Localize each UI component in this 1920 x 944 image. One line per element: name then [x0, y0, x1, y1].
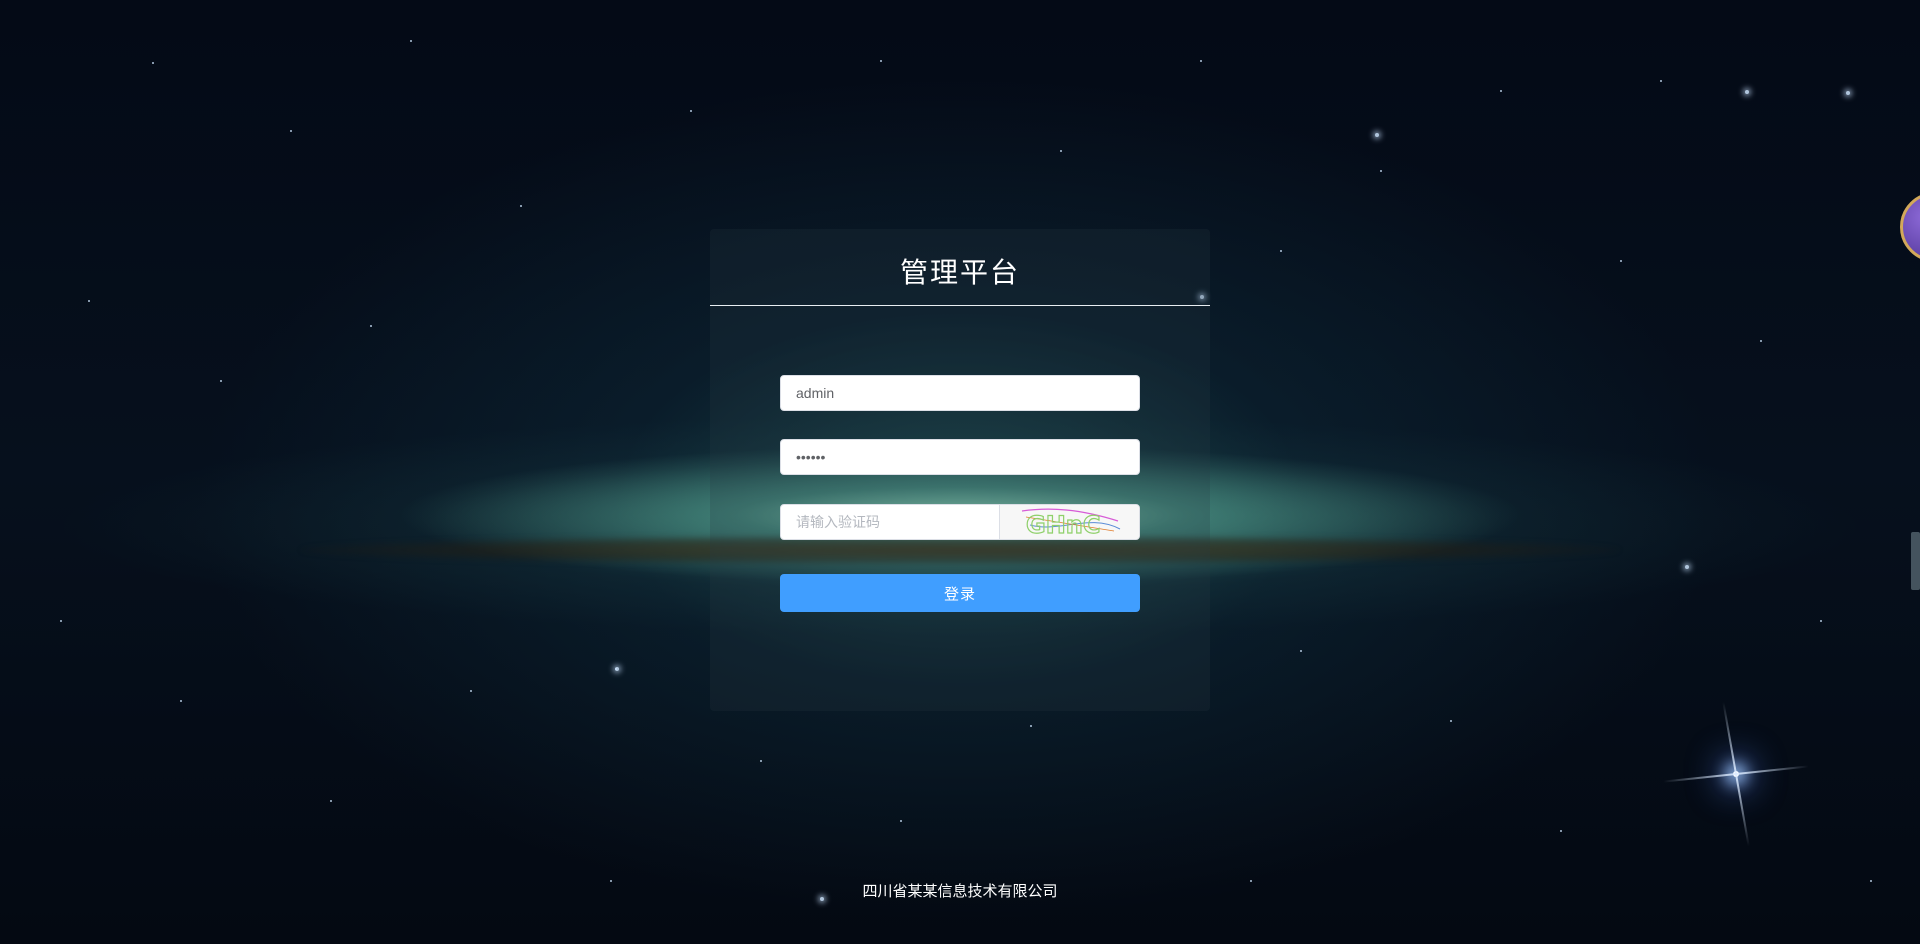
side-scroll-handle[interactable]	[1911, 532, 1920, 590]
star	[760, 760, 762, 762]
star	[152, 62, 154, 64]
star	[1375, 133, 1379, 137]
star	[1500, 90, 1502, 92]
star	[1660, 80, 1662, 82]
star	[1200, 60, 1202, 62]
star	[1760, 340, 1762, 342]
star	[220, 380, 222, 382]
captcha-row: GHnC	[780, 504, 1140, 540]
star	[1620, 260, 1622, 262]
star	[1820, 620, 1822, 622]
title-divider	[710, 305, 1210, 306]
star	[180, 700, 182, 702]
password-input[interactable]	[780, 439, 1140, 475]
star	[88, 300, 90, 302]
star	[1685, 565, 1689, 569]
page-title: 管理平台	[899, 256, 1020, 289]
captcha-text: GHnC	[1026, 511, 1100, 539]
lens-flare-star	[1733, 771, 1739, 777]
captcha-image[interactable]: GHnC	[999, 505, 1139, 539]
star	[410, 40, 412, 42]
star	[370, 325, 372, 327]
captcha-input[interactable]	[781, 505, 999, 539]
star	[1450, 720, 1452, 722]
star	[330, 800, 332, 802]
star	[470, 690, 472, 692]
footer-company: 四川省某某信息技术有限公司	[862, 882, 1058, 900]
captcha-graphic: GHnC	[1021, 508, 1121, 539]
star	[1280, 250, 1282, 252]
star	[1745, 90, 1749, 94]
star	[1030, 725, 1032, 727]
star	[290, 130, 292, 132]
star	[615, 667, 619, 671]
star	[60, 620, 62, 622]
star	[520, 205, 522, 207]
star	[1060, 150, 1062, 152]
star	[1560, 830, 1562, 832]
star	[1846, 91, 1850, 95]
star	[900, 820, 902, 822]
star	[1300, 650, 1302, 652]
star	[690, 110, 692, 112]
username-input[interactable]	[780, 375, 1140, 411]
star	[1380, 170, 1382, 172]
star	[880, 60, 882, 62]
login-button[interactable]: 登录	[780, 574, 1140, 612]
login-panel: 管理平台 GHnC 登录	[710, 229, 1210, 711]
